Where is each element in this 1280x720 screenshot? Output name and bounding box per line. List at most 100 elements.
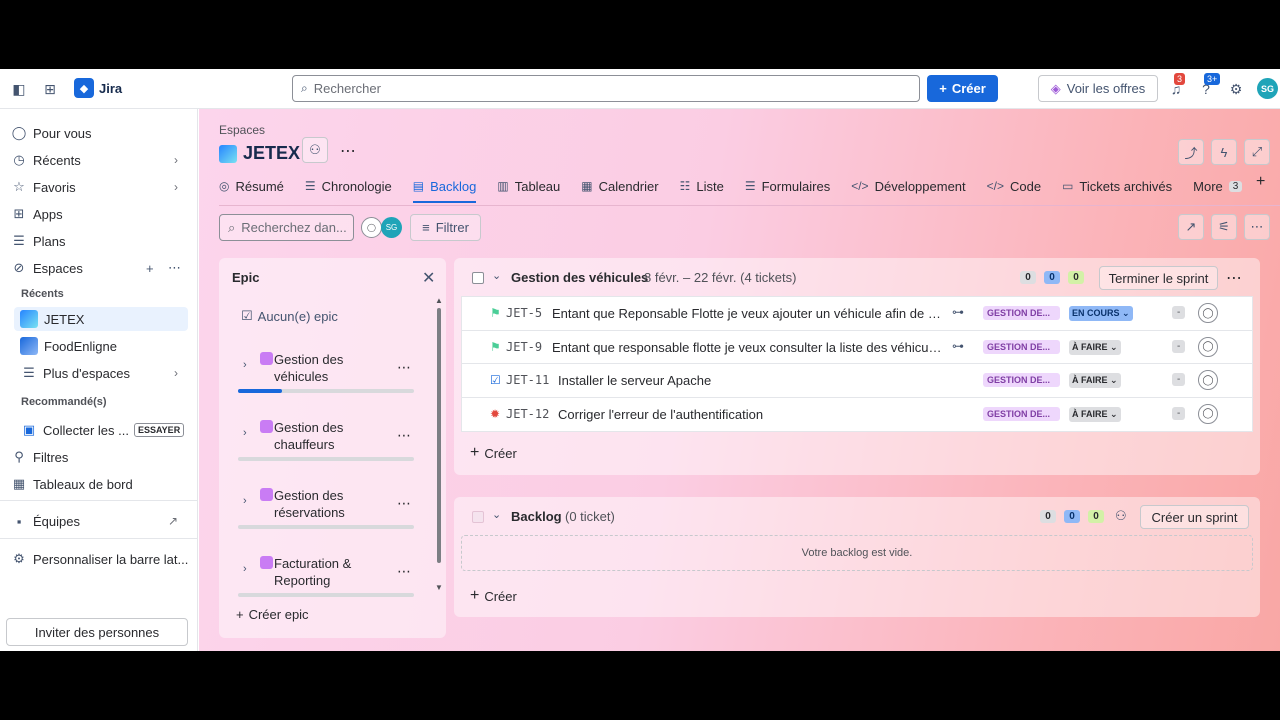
tab-7[interactable]: ☰ Formulaires — [745, 175, 830, 197]
tab-4[interactable]: ▥ Tableau — [497, 175, 560, 197]
issue-row[interactable]: ☑ JET-11 Installer le serveur Apache GESTIO… — [462, 364, 1252, 398]
tab-1[interactable]: ◎ Résumé — [219, 175, 284, 197]
sidebar-item-teams[interactable]: ▪ Équipes ↗ — [10, 509, 190, 533]
more-icon[interactable]: ⋯ — [397, 427, 412, 444]
jira-logo[interactable]: ◆ — [74, 78, 94, 98]
sidebar-item-spaces[interactable]: ⊘ Espaces + ⋯ — [10, 256, 190, 280]
sidebar-item-apps[interactable]: ⊞ Apps — [10, 202, 190, 226]
close-icon[interactable]: ✕ — [422, 268, 435, 288]
add-tab-icon[interactable]: + — [1256, 173, 1265, 191]
sidebar-item-foodenligne[interactable]: FoodEnligne — [20, 334, 200, 358]
chevron-down-icon[interactable]: ⌄ — [492, 508, 501, 521]
sprint-checkbox[interactable] — [472, 272, 484, 284]
epic-item[interactable]: › Gestion des réservations ⋯ — [237, 487, 417, 543]
tab-5[interactable]: ▦ Calendrier — [581, 175, 658, 197]
issue-summary[interactable]: Installer le serveur Apache — [558, 373, 938, 388]
epic-item[interactable]: › Gestion des véhicules ⋯ — [237, 351, 417, 407]
more-icon[interactable]: ⋯ — [340, 141, 356, 161]
child-issues-icon[interactable]: ⊶ — [952, 305, 964, 319]
issue-epic-lozenge[interactable]: GESTION DE... — [983, 373, 1060, 387]
sidebar-item-more-spaces[interactable]: ☰ Plus d'espaces › — [20, 361, 190, 385]
avatar[interactable]: SG — [381, 217, 402, 238]
issue-row[interactable]: ⚑ JET-5 Entant que Reponsable Flotte je ve… — [462, 297, 1252, 331]
issue-epic-lozenge[interactable]: GESTION DE... — [983, 306, 1060, 320]
more-icon[interactable]: ⋯ — [1226, 268, 1242, 288]
breadcrumb[interactable]: Espaces — [219, 123, 265, 137]
tab-8[interactable]: </> Développement — [851, 175, 965, 197]
more-icon[interactable]: ⋯ — [397, 359, 412, 376]
gear-icon[interactable]: ⚙ — [1226, 79, 1246, 99]
tab-9[interactable]: </> Code — [987, 175, 1041, 197]
issue-epic-lozenge[interactable]: GESTION DE... — [983, 406, 1060, 421]
status-dropdown[interactable]: À FAIRE ⌄ — [1069, 406, 1121, 422]
child-issues-icon[interactable]: ⊶ — [952, 339, 964, 353]
story-points[interactable]: - — [1172, 406, 1186, 420]
sidebar-toggle-icon[interactable]: ◧ — [9, 79, 29, 99]
story-points[interactable]: - — [1172, 306, 1186, 319]
issue-summary[interactable]: Entant que Reponsable Flotte je veux ajo… — [552, 306, 942, 321]
insights-icon[interactable]: ↗ — [1178, 214, 1204, 240]
sidebar-item-dashboards[interactable]: ▦ Tableaux de bord — [10, 472, 190, 496]
app-switcher-icon[interactable]: ⊞ — [40, 79, 60, 99]
issue-summary[interactable]: Entant que responsable flotte je veux co… — [552, 340, 942, 355]
issue-key[interactable]: JET-11 — [506, 373, 549, 387]
create-button[interactable]: + Créer — [927, 75, 998, 102]
notifications-icon[interactable]: ♫ 3 — [1166, 73, 1186, 99]
tab-2[interactable]: ☰ Chronologie — [305, 175, 392, 197]
epic-item[interactable]: › Gestion des chauffeurs ⋯ — [237, 419, 417, 475]
avatar-unassigned[interactable]: ◯ — [361, 217, 382, 238]
chevron-right-icon[interactable]: › — [243, 495, 247, 507]
invite-button[interactable]: Inviter des personnes — [6, 618, 188, 646]
chevron-right-icon[interactable]: › — [243, 359, 247, 371]
create-epic-button[interactable]: + Créer epic — [236, 607, 309, 622]
tab-11[interactable]: More 3 — [1193, 175, 1243, 197]
sidebar-item-filters[interactable]: ⚲ Filtres — [10, 445, 190, 469]
chevron-right-icon[interactable]: › — [243, 427, 247, 439]
scroll-down-icon[interactable]: ▼ — [435, 583, 443, 592]
people-icon[interactable]: ⚇ — [1115, 508, 1127, 524]
add-icon[interactable]: + — [146, 261, 154, 276]
lightning-icon[interactable]: ϟ — [1211, 139, 1237, 165]
help-icon[interactable]: ? 3+ — [1196, 73, 1221, 99]
tab-10[interactable]: ▭ Tickets archivés — [1062, 175, 1172, 197]
user-avatar[interactable]: SG — [1257, 78, 1278, 99]
issue-epic-lozenge[interactable]: GESTION DE... — [983, 339, 1060, 354]
sidebar-item-plans[interactable]: ☰ Plans — [10, 229, 190, 253]
story-points[interactable]: - — [1172, 339, 1186, 353]
backlog-search[interactable]: ⌕ Recherchez dan... — [219, 214, 354, 241]
scrollbar[interactable] — [437, 308, 441, 563]
sidebar-item-customize[interactable]: ⚙ Personnaliser la barre lat... — [10, 547, 190, 571]
scroll-up-icon[interactable]: ▲ — [435, 296, 443, 305]
assignee-avatar[interactable]: ◯ — [1198, 370, 1218, 390]
epic-item[interactable]: › Facturation & Reporting ⋯ — [237, 555, 417, 611]
more-icon[interactable]: ⋯ — [168, 260, 181, 276]
share-icon[interactable]: ⤴ — [1178, 139, 1204, 165]
backlog-checkbox[interactable] — [472, 511, 484, 523]
issue-summary[interactable]: Corriger l'erreur de l'authentification — [558, 407, 938, 422]
status-dropdown[interactable]: EN COURS ⌄ — [1069, 306, 1133, 321]
story-points[interactable]: - — [1172, 373, 1186, 386]
chevron-down-icon[interactable]: ⌄ — [492, 269, 501, 282]
assignee-avatar[interactable]: ◯ — [1198, 403, 1218, 424]
more-icon[interactable]: ⋯ — [397, 495, 412, 512]
sidebar-item-recent[interactable]: ◷ Récents › — [10, 148, 190, 172]
issue-row[interactable]: ✹ JET-12 Corriger l'erreur de l'authentifi… — [462, 398, 1252, 432]
more-icon[interactable]: ⋯ — [397, 563, 412, 580]
sidebar-item-jetex[interactable]: JETEX — [14, 307, 188, 331]
tab-3[interactable]: ▤ Backlog — [412, 175, 476, 203]
issue-row[interactable]: ⚑ JET-9 Entant que responsable flotte je v… — [462, 331, 1252, 364]
offers-button[interactable]: ◈ Voir les offres — [1038, 75, 1158, 102]
tab-6[interactable]: ☷ Liste — [680, 175, 724, 197]
assignee-avatar[interactable]: ◯ — [1198, 303, 1218, 323]
issue-key[interactable]: JET-5 — [506, 306, 542, 320]
assignee-avatar[interactable]: ◯ — [1198, 336, 1218, 357]
issue-key[interactable]: JET-12 — [506, 407, 549, 421]
create-issue-button[interactable]: + Créer — [470, 587, 517, 605]
create-sprint-button[interactable]: Créer un sprint — [1140, 505, 1249, 529]
global-search[interactable]: ⌕ Rechercher — [292, 75, 920, 102]
try-badge[interactable]: ESSAYER — [134, 423, 185, 437]
create-issue-button[interactable]: + Créer — [470, 444, 517, 462]
epic-none[interactable]: ☑ Aucun(e) epic — [241, 308, 338, 324]
more-icon[interactable]: ⋯ — [1244, 214, 1270, 240]
team-icon[interactable]: ⚇ — [302, 137, 328, 163]
